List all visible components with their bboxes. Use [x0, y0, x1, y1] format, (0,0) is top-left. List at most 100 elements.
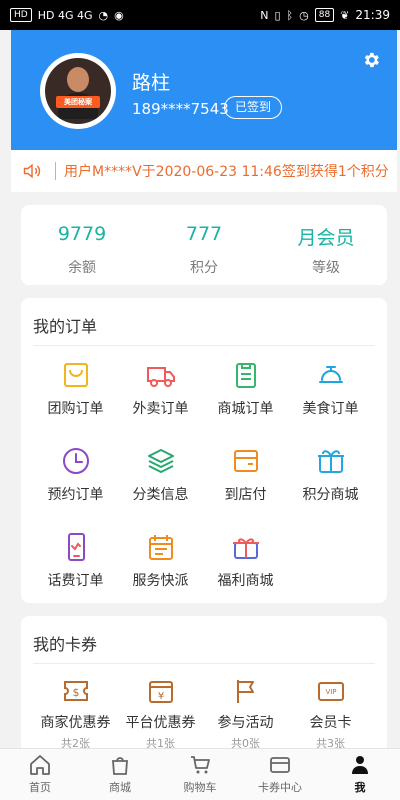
platform-coupon-label: 平台优惠券 — [125, 715, 196, 731]
clock-icon — [62, 448, 89, 474]
wifi-icon: ◔ — [98, 8, 109, 22]
tab-mall-label: 商城 — [109, 781, 131, 794]
balance-label: 余额 — [68, 260, 96, 276]
food-orders[interactable]: 美食订单 — [288, 357, 373, 443]
orders-title: 我的订单 — [33, 317, 98, 336]
service-dispatch[interactable]: 服务快派 — [118, 529, 203, 615]
avatar-photo: 美团秘案 — [45, 58, 111, 124]
service-dispatch-label: 服务快派 — [132, 573, 189, 589]
platform-coupons[interactable]: ¥ 平台优惠券 共1张 — [118, 676, 203, 752]
checkin-button[interactable]: 已签到 — [224, 96, 283, 119]
orders-divider — [33, 345, 375, 346]
membership-card[interactable]: VIP 会员卡 共3张 — [288, 676, 373, 752]
avatar[interactable]: 美团秘案 — [40, 53, 116, 129]
coupons-card: 我的卡券 $ 商家优惠券 共2张 ¥ 平台优惠券 共1张 参与活动 共0张 VI… — [21, 616, 387, 756]
flag-icon — [236, 680, 254, 703]
svg-text:VIP: VIP — [325, 688, 336, 696]
signal-text: HD 4G 4G — [37, 8, 93, 22]
coupons-divider — [33, 663, 375, 664]
activities-label: 参与活动 — [217, 715, 274, 731]
speaker-icon — [23, 163, 41, 179]
gift-icon — [232, 538, 259, 559]
tab-home[interactable]: 首页 — [0, 749, 80, 800]
tab-coupon-center-label: 卡券中心 — [258, 781, 302, 794]
notice-divider — [55, 162, 56, 180]
gift-box-icon — [317, 450, 344, 473]
points-mall-label: 积分商城 — [302, 487, 359, 503]
delivery-label: 外卖订单 — [132, 401, 189, 417]
activities[interactable]: 参与活动 共0张 — [203, 676, 288, 752]
delivery-truck-icon — [146, 367, 175, 387]
pay-in-store-label: 到店付 — [224, 487, 267, 503]
balance-stat[interactable]: 9779 余额 — [21, 205, 143, 285]
orders-card: 我的订单 团购订单 外卖订单 商城订单 美食订单 预约订单 分类信息 到店付 积… — [21, 298, 387, 603]
home-icon — [30, 755, 50, 775]
orders-grid: 团购订单 外卖订单 商城订单 美食订单 预约订单 分类信息 到店付 积分商城 话… — [33, 357, 375, 615]
layers-icon — [147, 449, 174, 473]
status-bar: HD HD 4G 4G ◔ ◉ N ▯ ᛒ ◷ 88 ❦ 21:39 — [0, 0, 400, 30]
vip-card-icon: VIP — [317, 682, 344, 701]
merchant-coupons[interactable]: $ 商家优惠券 共2张 — [33, 676, 118, 752]
dining-cover-icon — [318, 366, 343, 383]
status-right: N ▯ ᛒ ◷ 88 ❦ 21:39 — [260, 8, 390, 22]
merchant-coupon-label: 商家优惠券 — [40, 715, 111, 731]
announcement-bar[interactable]: 用户M****V于2020-06-23 11:46签到获得1个积分 — [11, 150, 397, 192]
cart-icon — [191, 756, 210, 774]
tab-cart[interactable]: 购物车 — [160, 749, 240, 800]
group-buy-label: 团购订单 — [47, 401, 104, 417]
category-info-label: 分类信息 — [132, 487, 189, 503]
clipboard-icon — [235, 363, 256, 388]
appointment-label: 预约订单 — [47, 487, 104, 503]
profile-header: 美团秘案 路柱 189****7543 已签到 — [11, 30, 397, 150]
announcement-text: 用户M****V于2020-06-23 11:46签到获得1个积分 — [64, 164, 389, 180]
balance-value: 9779 — [57, 223, 107, 245]
vibrate-icon: ▯ — [274, 8, 281, 22]
svg-text:$: $ — [72, 686, 79, 699]
category-info[interactable]: 分类信息 — [118, 443, 203, 529]
status-time: 21:39 — [355, 8, 390, 22]
tab-mall[interactable]: 商城 — [80, 749, 160, 800]
group-buy-orders[interactable]: 团购订单 — [33, 357, 118, 443]
svg-text:¥: ¥ — [157, 691, 163, 702]
gear-icon[interactable] — [361, 50, 381, 70]
shopping-bag-icon — [63, 363, 88, 387]
tab-cart-label: 购物车 — [183, 781, 217, 794]
battery-level: 88 — [314, 8, 335, 22]
status-left: HD HD 4G 4G ◔ ◉ — [10, 8, 124, 22]
mall-orders-label: 商城订单 — [217, 401, 274, 417]
pay-in-store[interactable]: 到店付 — [203, 443, 288, 529]
avatar-badge: 美团秘案 — [56, 96, 100, 108]
coupons-grid: $ 商家优惠券 共2张 ¥ 平台优惠券 共1张 参与活动 共0张 VIP 会员卡… — [33, 676, 375, 752]
points-stat[interactable]: 777 积分 — [143, 205, 265, 285]
level-value: 月会员 — [297, 227, 355, 249]
store-bag-icon — [112, 757, 128, 775]
phone-bill-orders[interactable]: 话费订单 — [33, 529, 118, 615]
tab-me[interactable]: 我 — [320, 749, 400, 800]
points-mall[interactable]: 积分商城 — [288, 443, 373, 529]
coupons-title: 我的卡券 — [33, 635, 98, 654]
membership-card-label: 会员卡 — [309, 715, 352, 731]
platform-coupon-icon: ¥ — [148, 681, 173, 703]
wallet-icon — [233, 450, 258, 472]
level-stat[interactable]: 月会员 等级 — [265, 205, 387, 285]
bottom-tab-bar: 首页 商城 购物车 卡券中心 我 — [0, 748, 400, 800]
tab-coupon-center[interactable]: 卡券中心 — [240, 749, 320, 800]
mall-orders[interactable]: 商城订单 — [203, 357, 288, 443]
user-icon — [352, 756, 368, 774]
phone-bill-label: 话费订单 — [47, 573, 104, 589]
points-value: 777 — [185, 223, 223, 245]
food-orders-label: 美食订单 — [302, 401, 359, 417]
level-label: 等级 — [312, 260, 340, 276]
merchant-coupon-icon: $ — [63, 681, 88, 701]
tab-me-label: 我 — [354, 781, 366, 794]
delivery-orders[interactable]: 外卖订单 — [118, 357, 203, 443]
eye-icon: ◉ — [114, 8, 124, 22]
points-label: 积分 — [190, 260, 218, 276]
appointment-orders[interactable]: 预约订单 — [33, 443, 118, 529]
user-phone: 189****7543 — [132, 100, 229, 118]
calendar-icon — [148, 535, 173, 560]
hd-badge: HD — [10, 8, 32, 22]
avatar-head — [67, 67, 89, 92]
welfare-mall[interactable]: 福利商城 — [203, 529, 288, 615]
leaf-icon: ❦ — [340, 8, 350, 22]
